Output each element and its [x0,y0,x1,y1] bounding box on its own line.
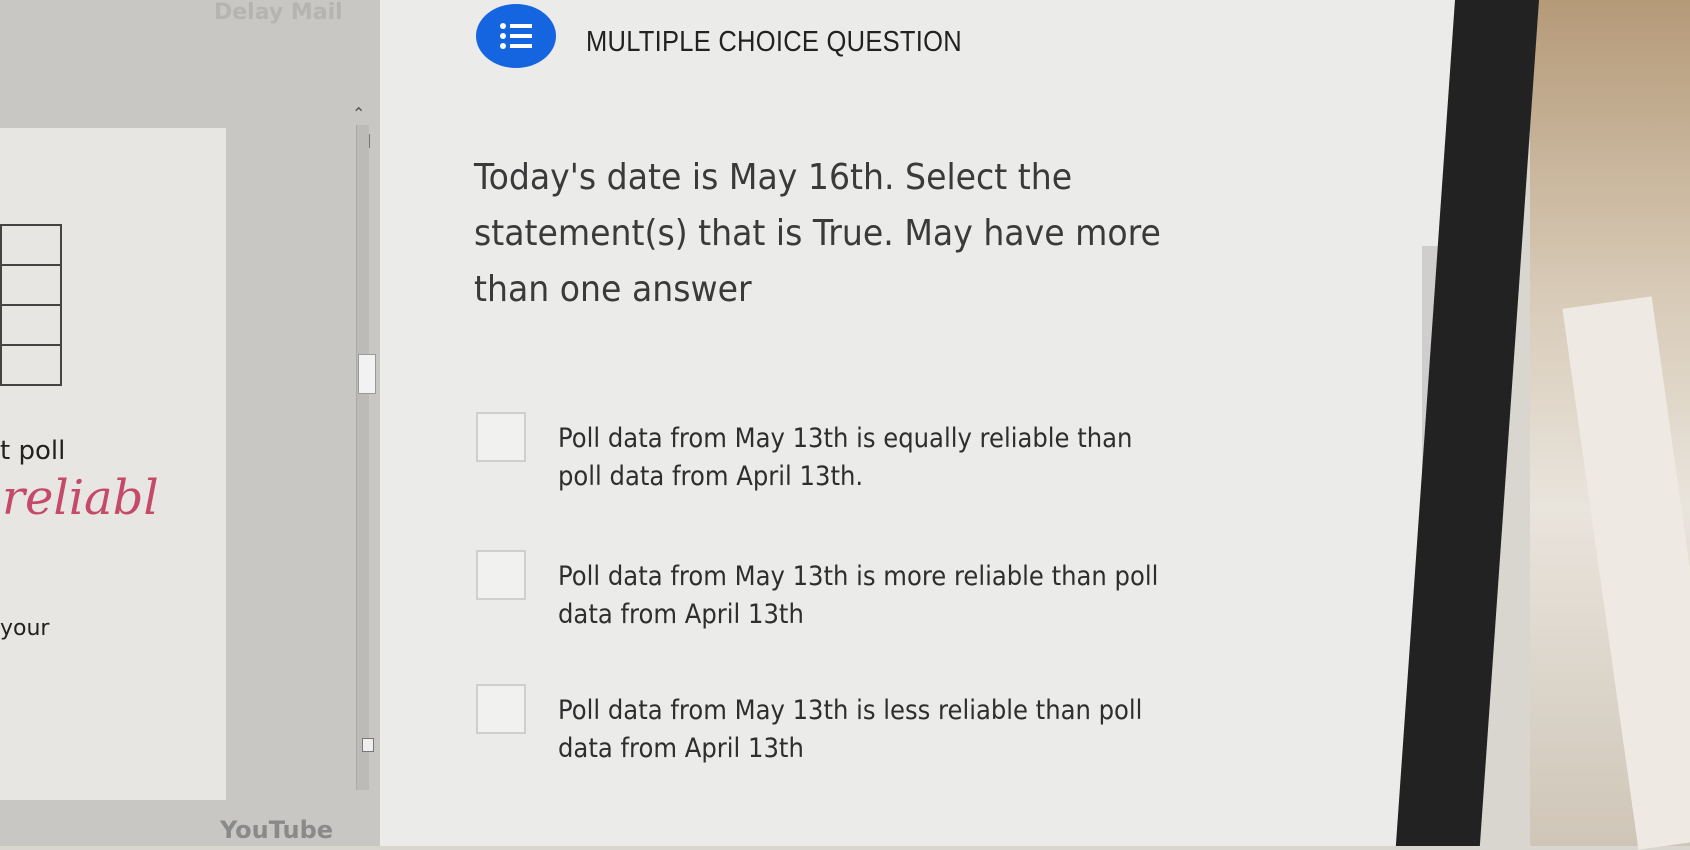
worksheet-panel: Delay Mail t poll reliabl your ⌃ YouTube [0,0,380,846]
worksheet-text-poll: t poll [0,436,66,466]
question-prompt: Today's date is May 16th. Select the sta… [474,157,1161,310]
worksheet-table [0,224,62,386]
answer-checkbox[interactable] [476,684,526,734]
question-type-label: MULTIPLE CHOICE QUESTION [586,26,962,58]
bottom-toolbar: YouTube [0,816,380,846]
answer-label[interactable]: Poll data from May 13th is less reliable… [558,692,1170,768]
answer-label[interactable]: Poll data from May 13th is equally relia… [558,420,1170,496]
answer-checkbox[interactable] [476,550,526,600]
worksheet-scroll-thumb[interactable] [358,354,376,394]
answer-option[interactable]: Poll data from May 13th is less reliable… [476,684,1238,768]
scroll-bottom-button[interactable] [362,738,374,752]
youtube-link[interactable]: YouTube [220,816,333,844]
left-top-label: Delay Mail [214,0,343,25]
checklist-icon [476,4,556,68]
handwriting-reliable: reliabl [2,470,159,526]
worksheet-scrollbar[interactable] [356,125,369,790]
answer-label[interactable]: Poll data from May 13th is more reliable… [558,558,1170,634]
scroll-up-icon[interactable]: ⌃ [352,104,365,123]
answer-option[interactable]: Poll data from May 13th is equally relia… [476,412,1238,496]
worksheet-text-your: your [0,616,50,641]
answer-option[interactable]: Poll data from May 13th is more reliable… [476,550,1238,634]
answer-checkbox[interactable] [476,412,526,462]
